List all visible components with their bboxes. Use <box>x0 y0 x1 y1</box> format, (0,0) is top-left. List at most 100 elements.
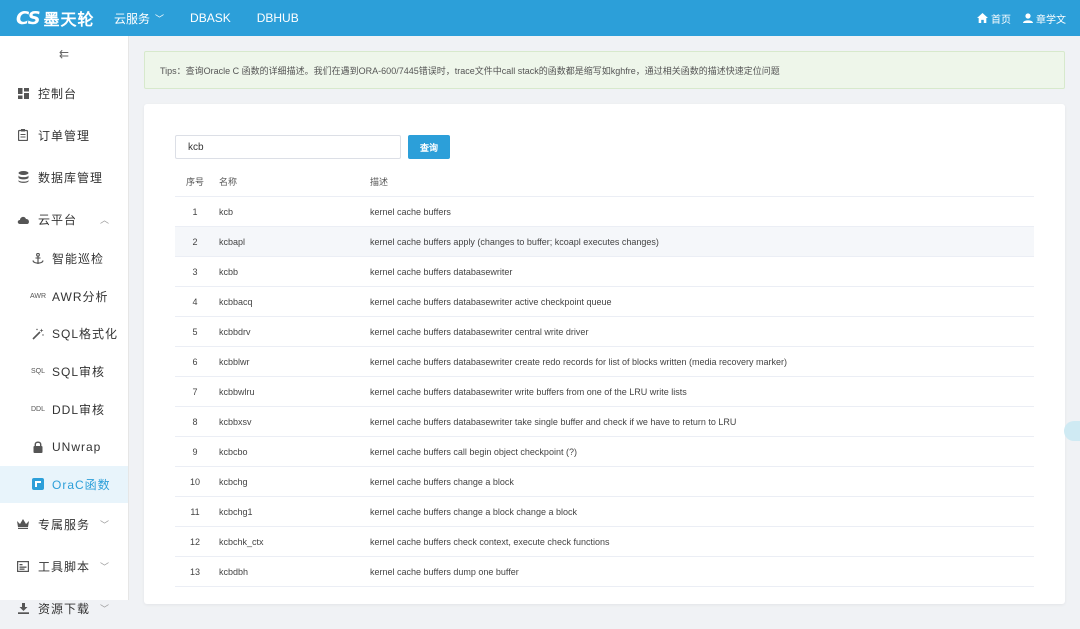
cell-name: kcbdbh <box>219 566 249 577</box>
sidebar-subitem[interactable]: 智能巡检 <box>0 240 128 278</box>
awr-icon: AWR <box>29 292 47 300</box>
search-button[interactable]: 查询 <box>408 135 450 159</box>
table-row[interactable]: 1 kcb kernel cache buffers <box>175 197 1034 227</box>
home-link-label: 首页 <box>991 14 1011 26</box>
cell-desc: kernel cache buffers databasewriter writ… <box>370 386 687 397</box>
sidebar-subitem[interactable]: UNwrap <box>0 428 128 466</box>
cell-desc: kernel cache buffers change a block chan… <box>370 506 577 517</box>
nav-dbask-label: DBASK <box>190 11 231 25</box>
cell-name: kcbchg <box>219 476 248 487</box>
sidebar-collapse-button[interactable]: ⇇ <box>0 36 128 72</box>
cell-no: 5 <box>192 326 198 337</box>
table-row[interactable]: 6 kcbblwr kernel cache buffers databasewri… <box>175 347 1034 377</box>
sidebar-subitem[interactable]: OraC函数 <box>0 465 128 504</box>
lock-icon <box>30 441 46 453</box>
nav-dbhub[interactable]: DBHUB <box>257 11 299 25</box>
table-row[interactable]: 8 kcbbxsv kernel cache buffers databasewri… <box>175 407 1034 437</box>
table-row[interactable]: 5 kcbbdrv kernel cache buffers databasewri… <box>175 317 1034 347</box>
table-row[interactable]: 3 kcbb kernel cache buffers databasewriter <box>175 257 1034 287</box>
cell-desc: kernel cache buffers dump one buffer <box>370 566 519 577</box>
table-row[interactable]: 2 kcbapl kernel cache buffers apply (chang… <box>175 227 1034 257</box>
cell-no: 6 <box>192 356 198 367</box>
cell-no: 7 <box>192 386 198 397</box>
sidebar-item-label: 专属服务 <box>38 517 91 532</box>
top-right-links: 首页 章学文 <box>965 11 1080 26</box>
sidebar-item-orders[interactable]: 订单管理 <box>0 114 128 156</box>
table-row[interactable]: 9 kcbcbo kernel cache buffers call begin o… <box>175 437 1034 467</box>
cell-name: kcbcbo <box>219 446 248 457</box>
cell-no: 12 <box>189 536 200 547</box>
function-search-panel: 查询 序号 名称 描述 1 kcb kernel cache buffers 2 kcb… <box>144 104 1065 604</box>
cell-desc: kernel cache buffers call begin object c… <box>370 446 577 457</box>
table-row[interactable]: 11 kcbchg1 kernel cache buffers change a b… <box>175 497 1034 527</box>
cell-no: 11 <box>190 506 200 517</box>
table-body: 1 kcb kernel cache buffers 2 kcbapl kernel ca… <box>175 197 1034 587</box>
sidebar-item-tools[interactable]: 工具脚本 ﹀ <box>0 545 128 587</box>
ddl-icon: DDL <box>30 405 45 413</box>
function-table: 序号 名称 描述 1 kcb kernel cache buffers 2 kcbapl… <box>175 167 1034 587</box>
cell-no: 4 <box>192 296 198 307</box>
crown-icon <box>16 519 30 530</box>
cell-name: kcbb <box>219 266 239 277</box>
download-icon <box>16 602 30 614</box>
brand-name: 墨天轮 <box>43 12 95 29</box>
cell-name: kcbblwr <box>219 356 250 367</box>
brand[interactable]: CS 墨天轮 <box>0 6 114 30</box>
cell-name: kcbchg1 <box>219 506 253 517</box>
cell-name: kcbbxsv <box>219 416 252 427</box>
search-input[interactable] <box>175 135 401 159</box>
column-header-name: 名称 <box>219 177 238 187</box>
sidebar-item-cloud-platform[interactable]: 云平台 ︿ <box>0 198 128 240</box>
chevron-down-icon: ﹀ <box>155 13 165 24</box>
table-header: 序号 名称 描述 <box>175 167 1034 197</box>
sidebar: ⇇ 控制台 订单管理 数据库管理 云平台 ︿ 智能巡检 AWR AWR分析 SQL格式… <box>0 36 129 616</box>
chevron-down-icon: ﹀ <box>99 519 110 530</box>
sidebar-item-database[interactable]: 数据库管理 <box>0 156 128 198</box>
sidebar-subitem[interactable]: DDL DDL审核 <box>0 390 128 428</box>
cell-name: kcbbdrv <box>219 326 251 337</box>
floating-side-handle[interactable] <box>1064 421 1080 441</box>
cell-name: kcbchk_ctx <box>219 536 264 547</box>
cell-no: 9 <box>192 446 198 457</box>
nav-cloud-services[interactable]: 云服务 ﹀ <box>114 10 164 27</box>
home-link[interactable]: 首页 <box>977 11 1011 26</box>
dashboard-icon <box>16 87 30 99</box>
sidebar-item-console[interactable]: 控制台 <box>0 72 128 114</box>
user-name: 章学文 <box>1036 14 1066 26</box>
nav-cloud-label: 云服务 <box>114 11 151 26</box>
column-header-desc: 描述 <box>370 177 389 187</box>
sidebar-subitem-label: 智能巡检 <box>52 252 105 267</box>
function-icon <box>30 478 46 491</box>
brand-logo: CS <box>16 7 41 29</box>
cell-no: 8 <box>192 416 198 427</box>
sidebar-subitem[interactable]: SQL格式化 <box>0 315 128 353</box>
table-row[interactable]: 12 kcbchk_ctx kernel cache buffers check c… <box>175 527 1034 557</box>
sidebar-item-exclusive[interactable]: 专属服务 ﹀ <box>0 503 128 545</box>
search-bar: 查询 <box>175 135 450 159</box>
cell-desc: kernel cache buffers databasewriter cent… <box>370 326 589 337</box>
magic-wand-icon <box>30 328 46 340</box>
sidebar-item-label: 资源下载 <box>38 601 91 616</box>
user-menu[interactable]: 章学文 <box>1023 11 1066 26</box>
chevron-down-icon: ﹀ <box>99 603 110 614</box>
sidebar-item-label: 工具脚本 <box>38 559 91 574</box>
cell-no: 10 <box>189 476 200 487</box>
sidebar-subitem-label: DDL审核 <box>52 402 106 417</box>
table-row[interactable]: 13 kcbdbh kernel cache buffers dump one bu… <box>175 557 1034 587</box>
terminal-icon <box>16 560 30 572</box>
cell-desc: kernel cache buffers databasewriter crea… <box>370 356 788 367</box>
cell-name: kcbbacq <box>219 296 253 307</box>
chevron-up-icon: ︿ <box>99 214 110 225</box>
sidebar-item-downloads[interactable]: 资源下载 ﹀ <box>0 587 128 629</box>
cell-name: kcbapl <box>219 236 246 247</box>
nav-dbask[interactable]: DBASK <box>190 11 231 25</box>
table-row[interactable]: 10 kcbchg kernel cache buffers change a bl… <box>175 467 1034 497</box>
sidebar-subitem[interactable]: AWR AWR分析 <box>0 278 128 316</box>
table-row[interactable]: 4 kcbbacq kernel cache buffers databasewri… <box>175 287 1034 317</box>
sidebar-subitem[interactable]: SQL SQL审核 <box>0 353 128 391</box>
table-row[interactable]: 7 kcbbwlru kernel cache buffers databasewr… <box>175 377 1034 407</box>
cell-no: 13 <box>189 566 200 577</box>
cloud-icon <box>16 215 30 224</box>
cell-desc: kernel cache buffers <box>370 206 451 217</box>
sidebar-subitem-label: OraC函数 <box>52 477 111 492</box>
